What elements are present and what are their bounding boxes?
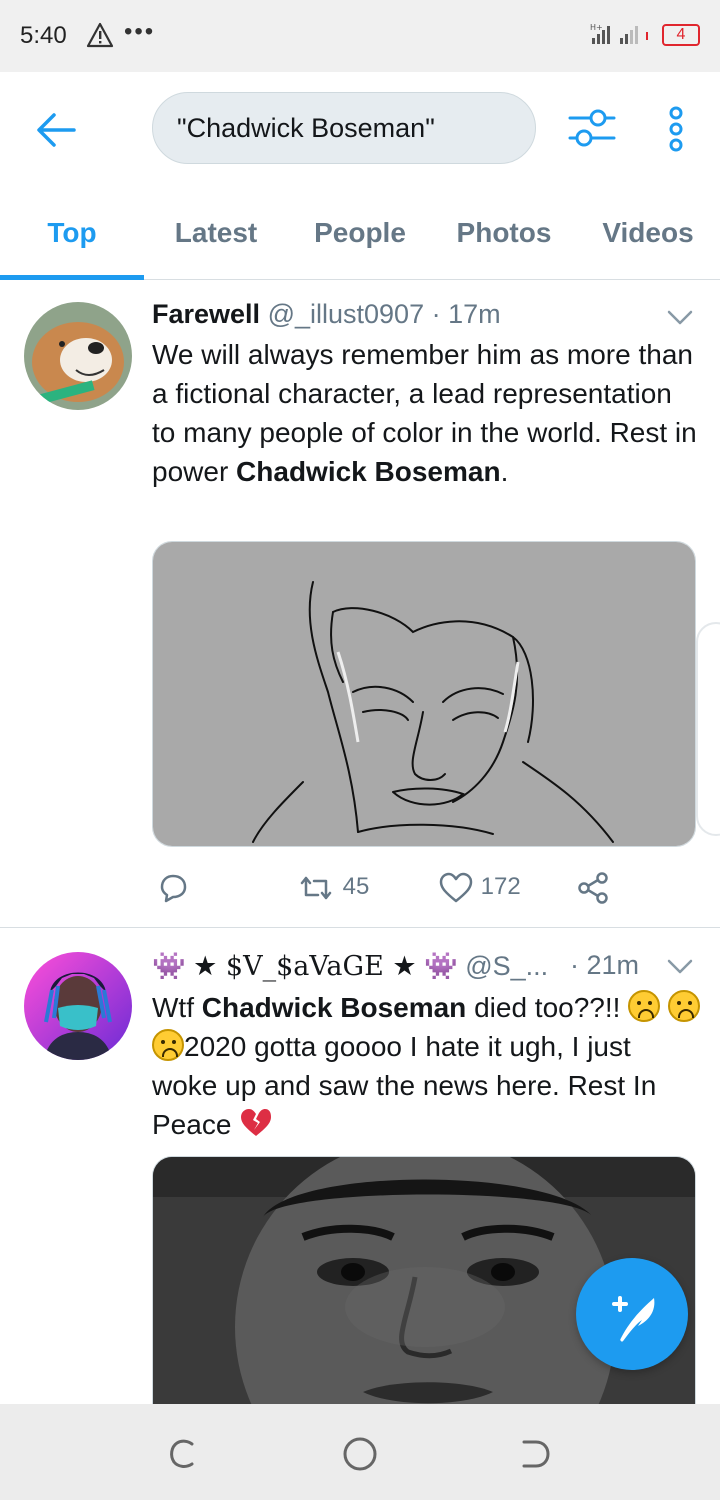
- like-button[interactable]: 172: [438, 867, 521, 907]
- svg-text:H+: H+: [590, 23, 603, 32]
- chevron-down-icon[interactable]: [666, 309, 694, 327]
- tweet-text-part: .: [500, 456, 509, 487]
- tweet-text-part: Wtf: [152, 992, 202, 1023]
- share-button[interactable]: [576, 867, 610, 907]
- filter-sliders-icon[interactable]: [568, 106, 616, 150]
- alien-monster-icon: 👾: [424, 951, 458, 981]
- tweet-actions: 45 172: [152, 867, 672, 907]
- status-time: 5:40: [20, 22, 67, 49]
- recents-icon[interactable]: [166, 1436, 202, 1472]
- active-tab-indicator: [0, 275, 144, 280]
- avatar[interactable]: [24, 952, 132, 1060]
- tweet-media[interactable]: [152, 541, 696, 847]
- avatar[interactable]: [24, 302, 132, 410]
- tab-videos[interactable]: Videos: [576, 192, 720, 278]
- sketch-portrait-image: [153, 542, 695, 846]
- tweet-text: Wtf Chadwick Boseman died too??!! 2020 g…: [152, 988, 700, 1144]
- retweet-icon: [300, 876, 332, 899]
- share-icon: [578, 871, 608, 904]
- back-nav-icon[interactable]: [518, 1436, 554, 1472]
- battery-icon: 4: [662, 24, 700, 46]
- side-edge-handle[interactable]: [696, 622, 720, 836]
- status-bar: 5:40 ••• H+ 4: [0, 0, 720, 72]
- frowning-face-icon: [628, 990, 661, 1022]
- tweet-item[interactable]: Farewell @_illust0907 · 17m We will alwa…: [0, 281, 720, 927]
- retweet-button[interactable]: 45: [296, 867, 369, 907]
- tweet-text: We will always remember him as more than…: [152, 335, 700, 491]
- tab-latest[interactable]: Latest: [144, 192, 288, 278]
- broken-heart-icon: [241, 1109, 272, 1136]
- highlighted-search-term[interactable]: Chadwick Boseman: [236, 456, 501, 487]
- home-icon[interactable]: [342, 1436, 378, 1472]
- tweet-timestamp: 17m: [448, 299, 501, 329]
- more-options-icon[interactable]: [662, 106, 690, 152]
- highlighted-search-term[interactable]: Chadwick Boseman: [202, 992, 467, 1023]
- tweet-header: Farewell @_illust0907 · 17m: [152, 299, 501, 330]
- dog-avatar-image: [24, 302, 132, 410]
- tab-people[interactable]: People: [288, 192, 432, 278]
- tweet-timestamp: 21m: [586, 950, 640, 980]
- tweet-author-name[interactable]: Farewell: [152, 299, 260, 329]
- app-header: "Chadwick Boseman": [0, 72, 720, 192]
- heart-icon: [439, 872, 473, 902]
- tweet-header: 👾 ★ $V_$aVaGE ★ 👾 @S_...: [152, 950, 548, 982]
- like-count: 172: [480, 873, 521, 900]
- retweet-count: 45: [342, 873, 370, 900]
- back-arrow-icon[interactable]: [34, 110, 78, 150]
- reply-button[interactable]: [156, 867, 190, 907]
- search-tabs: Top Latest People Photos Videos: [0, 192, 720, 280]
- chevron-down-icon[interactable]: [666, 958, 694, 976]
- tweet-author-handle[interactable]: @_illust0907: [268, 299, 425, 329]
- system-navigation-bar: [0, 1404, 720, 1500]
- compose-feather-icon: [612, 1296, 655, 1342]
- search-input[interactable]: "Chadwick Boseman": [152, 92, 536, 164]
- reply-icon: [160, 874, 187, 902]
- compose-tweet-button[interactable]: [576, 1258, 688, 1370]
- tweet-text-part: died too??!!: [466, 992, 629, 1023]
- separator-dot: ·: [570, 950, 579, 980]
- tweet-time-wrap: · 21m: [570, 950, 639, 981]
- warning-icon: [86, 22, 114, 48]
- alien-monster-icon: 👾: [152, 951, 186, 981]
- separator-dot: ·: [431, 299, 441, 329]
- signal-icon: H+: [590, 23, 648, 44]
- tab-photos[interactable]: Photos: [432, 192, 576, 278]
- tweet-text-part: 2020 gotta goooo I hate it ugh, I just w…: [152, 1031, 657, 1140]
- notification-dots-icon: •••: [124, 18, 156, 45]
- tweet-author-handle[interactable]: @S_...: [465, 951, 548, 981]
- tab-top[interactable]: Top: [0, 192, 144, 278]
- frowning-face-icon: [152, 1029, 184, 1061]
- masked-person-avatar-image: [24, 952, 132, 1060]
- tweet-author-name[interactable]: ★ $V_$aVaGE ★: [193, 951, 416, 982]
- frowning-face-icon: [667, 990, 700, 1022]
